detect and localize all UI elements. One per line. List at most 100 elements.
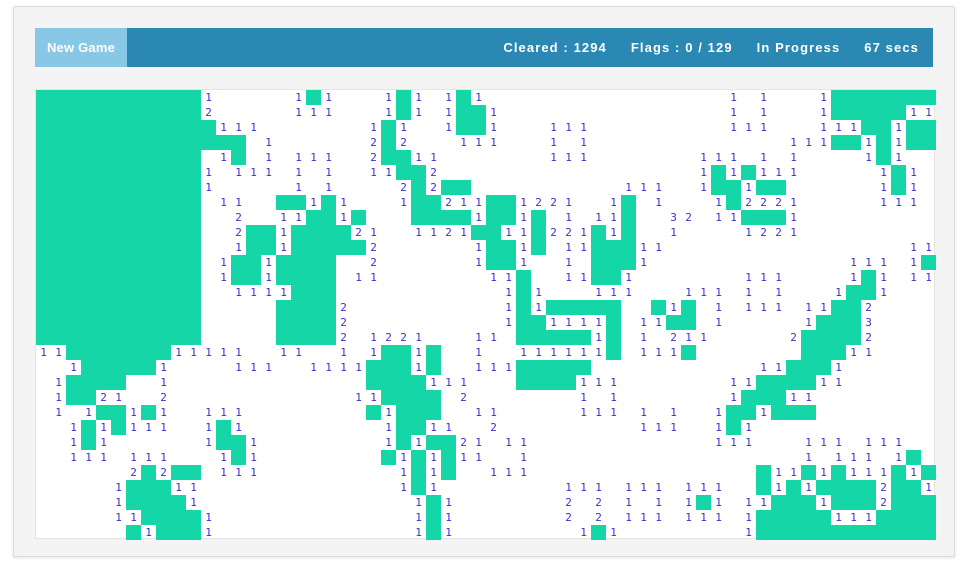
revealed-cell[interactable]: [186, 300, 201, 315]
revealed-cell[interactable]: [426, 495, 441, 510]
number-cell[interactable]: 1: [666, 225, 681, 240]
revealed-cell[interactable]: [891, 495, 906, 510]
revealed-cell[interactable]: [531, 225, 546, 240]
revealed-cell[interactable]: [816, 345, 831, 360]
revealed-cell[interactable]: [186, 180, 201, 195]
number-cell[interactable]: 1: [876, 255, 891, 270]
revealed-cell[interactable]: [51, 285, 66, 300]
number-cell[interactable]: 1: [891, 120, 906, 135]
number-cell[interactable]: 1: [846, 270, 861, 285]
revealed-cell[interactable]: [126, 195, 141, 210]
number-cell[interactable]: 2: [201, 105, 216, 120]
number-cell[interactable]: 1: [501, 300, 516, 315]
revealed-cell[interactable]: [396, 390, 411, 405]
revealed-cell[interactable]: [816, 315, 831, 330]
revealed-cell[interactable]: [426, 405, 441, 420]
revealed-cell[interactable]: [81, 345, 96, 360]
revealed-cell[interactable]: [411, 375, 426, 390]
revealed-cell[interactable]: [171, 165, 186, 180]
revealed-cell[interactable]: [156, 345, 171, 360]
number-cell[interactable]: 1: [771, 360, 786, 375]
number-cell[interactable]: 1: [381, 105, 396, 120]
revealed-cell[interactable]: [591, 270, 606, 285]
revealed-cell[interactable]: [96, 330, 111, 345]
number-cell[interactable]: 1: [681, 330, 696, 345]
number-cell[interactable]: 1: [456, 375, 471, 390]
number-cell[interactable]: 1: [756, 105, 771, 120]
number-cell[interactable]: 2: [366, 240, 381, 255]
number-cell[interactable]: 1: [681, 285, 696, 300]
number-cell[interactable]: 1: [741, 300, 756, 315]
revealed-cell[interactable]: [561, 375, 576, 390]
revealed-cell[interactable]: [606, 255, 621, 270]
revealed-cell[interactable]: [786, 360, 801, 375]
number-cell[interactable]: 1: [381, 165, 396, 180]
number-cell[interactable]: 1: [576, 225, 591, 240]
number-cell[interactable]: 1: [636, 240, 651, 255]
revealed-cell[interactable]: [831, 480, 846, 495]
number-cell[interactable]: 1: [426, 450, 441, 465]
revealed-cell[interactable]: [66, 135, 81, 150]
number-cell[interactable]: 1: [96, 420, 111, 435]
revealed-cell[interactable]: [111, 150, 126, 165]
revealed-cell[interactable]: [351, 240, 366, 255]
revealed-cell[interactable]: [156, 525, 171, 540]
number-cell[interactable]: 1: [756, 165, 771, 180]
number-cell[interactable]: 1: [501, 465, 516, 480]
revealed-cell[interactable]: [66, 105, 81, 120]
number-cell[interactable]: 1: [711, 495, 726, 510]
number-cell[interactable]: 1: [126, 510, 141, 525]
number-cell[interactable]: 1: [666, 405, 681, 420]
number-cell[interactable]: 2: [231, 225, 246, 240]
number-cell[interactable]: 1: [246, 360, 261, 375]
revealed-cell[interactable]: [861, 495, 876, 510]
revealed-cell[interactable]: [66, 150, 81, 165]
revealed-cell[interactable]: [381, 150, 396, 165]
number-cell[interactable]: 1: [591, 405, 606, 420]
revealed-cell[interactable]: [291, 240, 306, 255]
number-cell[interactable]: 1: [471, 435, 486, 450]
revealed-cell[interactable]: [561, 360, 576, 375]
number-cell[interactable]: 1: [591, 330, 606, 345]
revealed-cell[interactable]: [171, 225, 186, 240]
number-cell[interactable]: 1: [696, 330, 711, 345]
number-cell[interactable]: 1: [231, 195, 246, 210]
number-cell[interactable]: 1: [81, 405, 96, 420]
revealed-cell[interactable]: [126, 330, 141, 345]
revealed-cell[interactable]: [306, 300, 321, 315]
number-cell[interactable]: 1: [276, 210, 291, 225]
number-cell[interactable]: 1: [51, 375, 66, 390]
number-cell[interactable]: 1: [591, 480, 606, 495]
revealed-cell[interactable]: [141, 480, 156, 495]
number-cell[interactable]: 1: [696, 480, 711, 495]
revealed-cell[interactable]: [141, 465, 156, 480]
revealed-cell[interactable]: [96, 180, 111, 195]
revealed-cell[interactable]: [321, 210, 336, 225]
revealed-cell[interactable]: [156, 120, 171, 135]
revealed-cell[interactable]: [126, 525, 141, 540]
number-cell[interactable]: 1: [816, 120, 831, 135]
number-cell[interactable]: 2: [561, 510, 576, 525]
revealed-cell[interactable]: [486, 225, 501, 240]
revealed-cell[interactable]: [36, 120, 51, 135]
revealed-cell[interactable]: [291, 195, 306, 210]
revealed-cell[interactable]: [171, 90, 186, 105]
revealed-cell[interactable]: [171, 495, 186, 510]
number-cell[interactable]: 1: [576, 135, 591, 150]
revealed-cell[interactable]: [306, 270, 321, 285]
number-cell[interactable]: 1: [156, 420, 171, 435]
number-cell[interactable]: 1: [546, 150, 561, 165]
number-cell[interactable]: 1: [291, 90, 306, 105]
revealed-cell[interactable]: [516, 360, 531, 375]
number-cell[interactable]: 1: [471, 210, 486, 225]
revealed-cell[interactable]: [126, 210, 141, 225]
revealed-cell[interactable]: [186, 465, 201, 480]
number-cell[interactable]: 1: [846, 450, 861, 465]
number-cell[interactable]: 1: [636, 480, 651, 495]
revealed-cell[interactable]: [51, 105, 66, 120]
number-cell[interactable]: 2: [396, 135, 411, 150]
revealed-cell[interactable]: [291, 300, 306, 315]
number-cell[interactable]: 1: [741, 180, 756, 195]
revealed-cell[interactable]: [261, 225, 276, 240]
revealed-cell[interactable]: [426, 390, 441, 405]
